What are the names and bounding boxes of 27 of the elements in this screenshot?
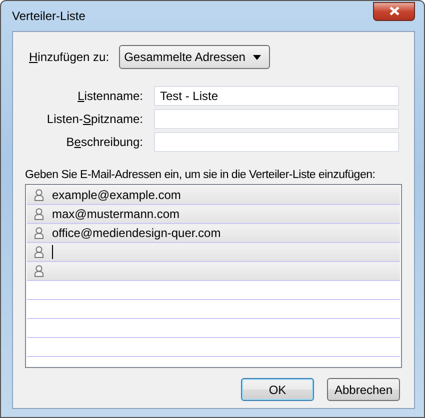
address-book-dropdown[interactable]: Gesammelte Adressen	[119, 45, 270, 69]
text-field[interactable]: Test - Liste	[154, 86, 399, 106]
address-row[interactable]	[27, 262, 400, 281]
field-label: Beschreibung:	[65, 135, 143, 149]
address-entry[interactable]: max@mustermann.com	[52, 206, 180, 222]
person-icon	[34, 265, 44, 277]
instructions-text: Geben Sie E-Mail-Adressen ein, um sie in die Verteiler-Liste einzufügen:	[25, 169, 376, 181]
person-icon	[34, 189, 44, 201]
close-icon	[388, 6, 400, 16]
text-field[interactable]	[154, 109, 399, 129]
field-label: Listen-Spitzname:	[46, 112, 143, 126]
address-entry[interactable]: office@mediendesign-quer.com	[52, 225, 221, 241]
caret-icon	[253, 54, 262, 60]
window-title: Verteiler-Liste	[12, 9, 86, 23]
close-button[interactable]	[373, 2, 415, 20]
ok-button[interactable]: OK	[241, 378, 314, 401]
address-row[interactable]: example@example.com	[27, 186, 400, 205]
address-entry[interactable]: example@example.com	[52, 187, 181, 203]
text-field[interactable]	[154, 132, 399, 152]
cancel-button[interactable]: Abbrechen	[327, 378, 400, 401]
add-to-label: Hinzufügen zu:	[29, 50, 110, 64]
address-row[interactable]: office@mediendesign-quer.com	[27, 224, 400, 243]
person-icon	[34, 246, 44, 258]
person-icon	[34, 208, 44, 220]
field-label: Listenname:	[76, 89, 143, 103]
person-icon	[34, 227, 44, 239]
address-row[interactable]: max@mustermann.com	[27, 205, 400, 224]
